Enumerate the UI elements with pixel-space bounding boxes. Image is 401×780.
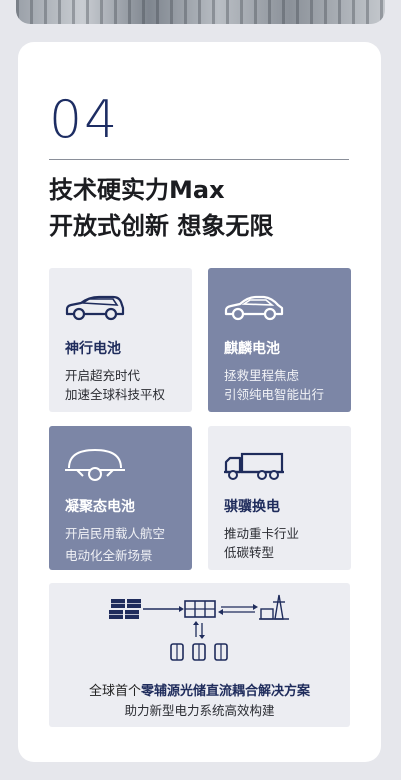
solution-prefix: 全球首个: [88, 684, 141, 699]
battery-storage-icon: [184, 600, 216, 618]
solution-box[interactable]: 全球首个零辅源光储直流耦合解决方案 助力新型电力系统高效构建: [49, 583, 350, 727]
tile-title: 神行电池: [65, 341, 121, 357]
content-card: 04 技术硬实力Max 开放式创新 想象无限 神行电池 开启超充时代 加速全球科…: [18, 42, 381, 762]
tile-title: 凝聚态电池: [65, 499, 135, 515]
load-icon: [170, 643, 228, 661]
tile-line-2: 电动化全新场景: [65, 548, 153, 563]
headline-line-2: 开放式创新 想象无限: [49, 212, 274, 240]
solar-panel-icon: [109, 599, 141, 619]
tile-line-1: 推动重卡行业: [224, 526, 300, 541]
solution-subtitle: 助力新型电力系统高效构建: [124, 703, 275, 718]
headline: 技术硬实力Max 开放式创新 想象无限: [49, 172, 359, 244]
section-number: 04: [49, 90, 120, 150]
tile-line-2: 低碳转型: [224, 545, 275, 560]
tile-line-1: 拯救里程焦虑: [224, 368, 300, 383]
tile-line-1: 开启超充时代: [65, 368, 141, 383]
solution-highlight: 零辅源光储直流耦合解决方案: [141, 684, 311, 699]
tile-condensed-battery[interactable]: 凝聚态电池 开启民用载人航空 电动化全新场景: [49, 426, 192, 570]
divider: [49, 159, 349, 160]
tile-qilin-battery[interactable]: 麒麟电池 拯救里程焦虑 引领纯电智能出行: [208, 268, 351, 412]
top-banner-photo: [16, 0, 385, 24]
tile-title: 麒麟电池: [224, 341, 280, 357]
car-sedan-icon: [224, 295, 284, 321]
tile-line-2: 加速全球科技平权: [65, 387, 166, 402]
solution-title: 全球首个零辅源光储直流耦合解决方案: [49, 680, 350, 699]
tile-line-2: 引领纯电智能出行: [224, 387, 325, 402]
tile-qiji-swap[interactable]: 骐骥换电 推动重卡行业 低碳转型: [208, 426, 351, 570]
aircraft-icon: [65, 448, 125, 481]
car-wagon-icon: [65, 295, 125, 321]
tile-shenxing-battery[interactable]: 神行电池 开启超充时代 加速全球科技平权: [49, 268, 192, 412]
energy-diagram: [109, 594, 289, 661]
headline-line-1: 技术硬实力Max: [49, 176, 225, 204]
truck-icon: [224, 452, 284, 480]
tile-line-1: 开启民用载人航空: [65, 526, 166, 541]
power-tower-icon: [259, 594, 289, 620]
tile-title: 骐骥换电: [224, 499, 280, 515]
